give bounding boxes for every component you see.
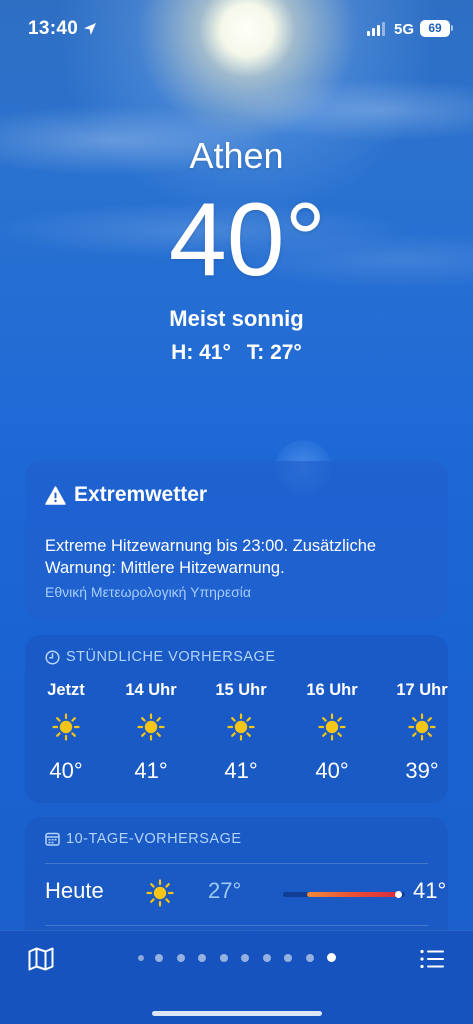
temperature-range-bar: [283, 891, 405, 898]
home-indicator[interactable]: [152, 1011, 322, 1016]
sun-icon: [227, 713, 255, 741]
hour-item: 14 Uhr 41°: [116, 681, 186, 784]
hour-temperature: 39°: [405, 758, 439, 783]
location-arrow-icon: [84, 23, 96, 35]
hour-item: Jetzt 40°: [31, 681, 101, 784]
page-dot[interactable]: [198, 953, 206, 962]
sun-icon: [408, 713, 436, 741]
ten-day-forecast-card[interactable]: 10-TAGE-VORHERSAGE Heute 27° 41°: [25, 817, 448, 947]
hour-temperature: 41°: [224, 758, 258, 783]
hourly-forecast-card[interactable]: STÜNDLICHE VORHERSAGE Jetzt 40° 14 Uhr 4…: [25, 635, 448, 803]
sun-icon: [318, 713, 346, 741]
temperature-range-fill: [307, 892, 401, 897]
current-temperature-marker: [395, 891, 402, 898]
ten-day-forecast-heading: 10-TAGE-VORHERSAGE: [45, 831, 242, 847]
hour-item: 15 Uhr 41°: [206, 681, 276, 784]
signal-bars-icon: [367, 22, 387, 36]
sun-icon: [137, 713, 165, 741]
battery-tip: [451, 25, 453, 31]
hour-label: Jetzt: [47, 681, 85, 699]
divider: [45, 925, 428, 926]
network-type: 5G: [394, 21, 415, 38]
severe-weather-card[interactable]: Extremwetter Extreme Hitzewarnung bis 23…: [25, 461, 448, 620]
day-name: Heute: [45, 878, 104, 903]
weather-condition: Meist sonnig: [169, 306, 304, 331]
hour-item: 16 Uhr 40°: [297, 681, 367, 784]
hour-label: 15 Uhr: [215, 681, 267, 699]
clock-icon: [45, 649, 60, 665]
page-dot[interactable]: [305, 953, 314, 962]
divider: [45, 863, 428, 864]
page-dot-location[interactable]: [138, 954, 144, 961]
status-time: 13:40: [28, 18, 79, 39]
list-icon[interactable]: [418, 945, 446, 973]
sun-icon: [52, 713, 80, 741]
high-low: H: 41° T: 27°: [0, 341, 473, 365]
page-dot-active[interactable]: [327, 953, 336, 962]
hourly-heading-label: STÜNDLICHE VORHERSAGE: [66, 649, 276, 665]
page-dot[interactable]: [155, 953, 163, 962]
alert-title: Extremwetter: [74, 483, 208, 506]
city-name: Athen: [189, 135, 284, 176]
ten-day-heading-label: 10-TAGE-VORHERSAGE: [66, 831, 242, 847]
day-low-temperature: 27°: [208, 878, 242, 903]
hour-item: 17 Uhr 39°: [387, 681, 457, 784]
low-temperature: T: 27°: [246, 341, 302, 364]
high-temperature: H: 41°: [171, 341, 231, 364]
status-bar: 13:40 5G 69: [0, 0, 473, 60]
hour-label: 16 Uhr: [306, 681, 358, 699]
hour-label: 17 Uhr: [396, 681, 448, 699]
day-high-temperature: 41°: [413, 878, 447, 903]
hour-temperature: 40°: [315, 758, 349, 783]
alert-header: Extremwetter: [45, 483, 207, 507]
hour-temperature: 40°: [49, 758, 83, 783]
warning-icon: [45, 485, 66, 505]
page-dot[interactable]: [219, 953, 228, 962]
current-temperature: 40°: [168, 182, 327, 298]
calendar-icon: [45, 832, 60, 846]
page-indicator[interactable]: [138, 953, 350, 962]
sun-icon: [146, 879, 174, 907]
page-dot[interactable]: [284, 953, 292, 962]
battery-level: 69: [420, 20, 450, 37]
map-icon[interactable]: [27, 945, 55, 973]
hourly-forecast-heading: STÜNDLICHE VORHERSAGE: [45, 649, 276, 665]
alert-source-link[interactable]: Εθνική Μετεωρολογική Υπηρεσία: [45, 584, 251, 600]
hour-temperature: 41°: [134, 758, 168, 783]
page-dot[interactable]: [241, 953, 249, 962]
page-dot[interactable]: [176, 953, 185, 962]
bottom-toolbar: [0, 930, 473, 1024]
hour-label: 14 Uhr: [125, 681, 177, 699]
page-dot[interactable]: [262, 953, 271, 962]
alert-text: Extreme Hitzewarnung bis 23:00. Zusätzli…: [45, 537, 377, 577]
